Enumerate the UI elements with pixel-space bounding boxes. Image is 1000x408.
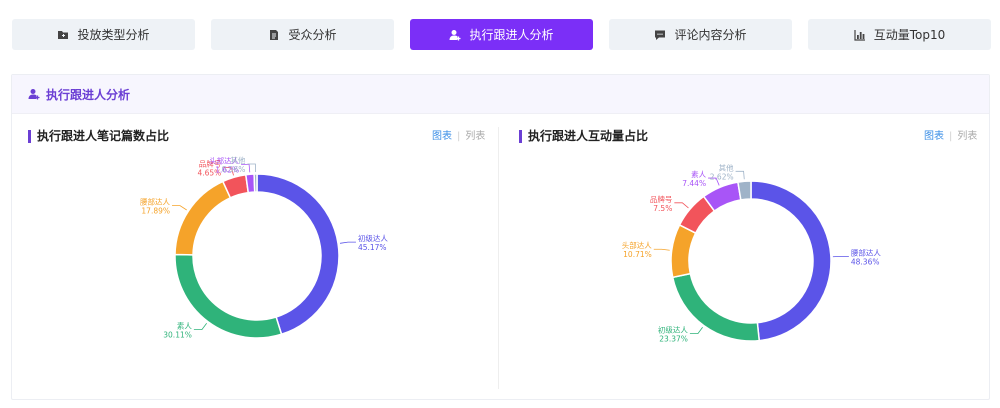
slice-label: 素人 bbox=[177, 321, 192, 331]
folder-icon bbox=[57, 29, 69, 41]
slice-value-label: 10.71% bbox=[623, 250, 652, 259]
donut-slice[interactable] bbox=[174, 180, 232, 256]
tab-label: 投放类型分析 bbox=[77, 28, 150, 42]
user-add-icon bbox=[449, 29, 461, 41]
leader-line bbox=[339, 241, 356, 244]
bar-chart-icon bbox=[854, 29, 866, 41]
analysis-panel: 执行跟进人分析 执行跟进人笔记篇数占比 图表 | 列表 初级达人 45.17% 素人 30… bbox=[11, 74, 990, 400]
donut-slice[interactable] bbox=[253, 173, 258, 193]
tab-follow-up-person[interactable]: 执行跟进人分析 bbox=[410, 19, 593, 50]
leader-line bbox=[674, 202, 689, 209]
slice-label: 头部达人 bbox=[622, 240, 652, 250]
donut-slice[interactable] bbox=[670, 223, 697, 279]
slice-value-label: 30.11% bbox=[163, 331, 192, 340]
leader-line bbox=[735, 170, 745, 180]
tab-bar: 投放类型分析 受众分析 执行跟进人分析 评论内容分析 互动量Top10 bbox=[0, 0, 1000, 60]
donut-slice[interactable] bbox=[244, 173, 256, 194]
chart-divider bbox=[498, 127, 499, 389]
slice-value-label: 17.89% bbox=[141, 207, 170, 216]
leader-line bbox=[247, 163, 256, 173]
tab-audience[interactable]: 受众分析 bbox=[211, 19, 394, 50]
tab-interaction-top10[interactable]: 互动量Top10 bbox=[808, 19, 991, 50]
leader-line bbox=[653, 248, 670, 251]
slice-label: 其他 bbox=[719, 162, 734, 172]
chart-interaction: 执行跟进人互动量占比 图表 | 列表 腰部达人 48.36% 初级达人 23.37% 头部达… bbox=[519, 113, 989, 399]
tab-label: 执行跟进人分析 bbox=[469, 28, 554, 42]
donut-chart: 腰部达人48.36% 初级达人23.37% 头部达人10.71% 品牌号7.5% 素人7… bbox=[622, 162, 882, 344]
slice-label: 腰部达人 bbox=[851, 247, 881, 257]
slice-value-label: 48.36% bbox=[851, 257, 880, 266]
tab-comment-analysis[interactable]: 评论内容分析 bbox=[609, 19, 792, 50]
leader-line bbox=[172, 205, 187, 211]
chart-note-count: 执行跟进人笔记篇数占比 图表 | 列表 初级达人 45.17% 素人 30.11% 腰部达人… bbox=[28, 113, 498, 399]
slice-label: 品牌号 bbox=[650, 194, 673, 204]
comment-icon bbox=[654, 29, 666, 41]
slice-value-label: 7.5% bbox=[653, 204, 672, 213]
section-header: 执行跟进人分析 bbox=[12, 75, 989, 114]
tab-label: 互动量Top10 bbox=[873, 28, 946, 42]
user-add-icon bbox=[28, 88, 40, 100]
slice-value-label: 45.17% bbox=[358, 243, 387, 252]
slice-value-label: 0.56% bbox=[222, 165, 246, 174]
document-icon bbox=[268, 29, 280, 41]
slice-value-label: 2.62% bbox=[710, 172, 734, 181]
slice-label: 素人 bbox=[691, 169, 706, 179]
donut-chart: 初级达人45.17%素人30.11%腰部达人17.89%品牌号4.65%头部达人… bbox=[140, 155, 388, 340]
slice-value-label: 23.37% bbox=[659, 335, 688, 344]
slice-label: 其他 bbox=[230, 155, 245, 165]
leader-line bbox=[193, 323, 207, 331]
slice-value-label: 7.44% bbox=[682, 179, 706, 188]
leader-line bbox=[689, 326, 703, 335]
tab-placement-type[interactable]: 投放类型分析 bbox=[12, 19, 195, 50]
slice-label: 初级达人 bbox=[658, 325, 688, 335]
slice-label: 初级达人 bbox=[358, 233, 388, 243]
section-title: 执行跟进人分析 bbox=[46, 87, 131, 102]
slice-label: 腰部达人 bbox=[140, 197, 170, 207]
tab-label: 评论内容分析 bbox=[674, 28, 747, 42]
donut-slice[interactable] bbox=[737, 180, 752, 201]
donut-slice[interactable] bbox=[750, 180, 832, 342]
tab-label: 受众分析 bbox=[288, 28, 337, 42]
donut-slice[interactable] bbox=[256, 173, 340, 336]
